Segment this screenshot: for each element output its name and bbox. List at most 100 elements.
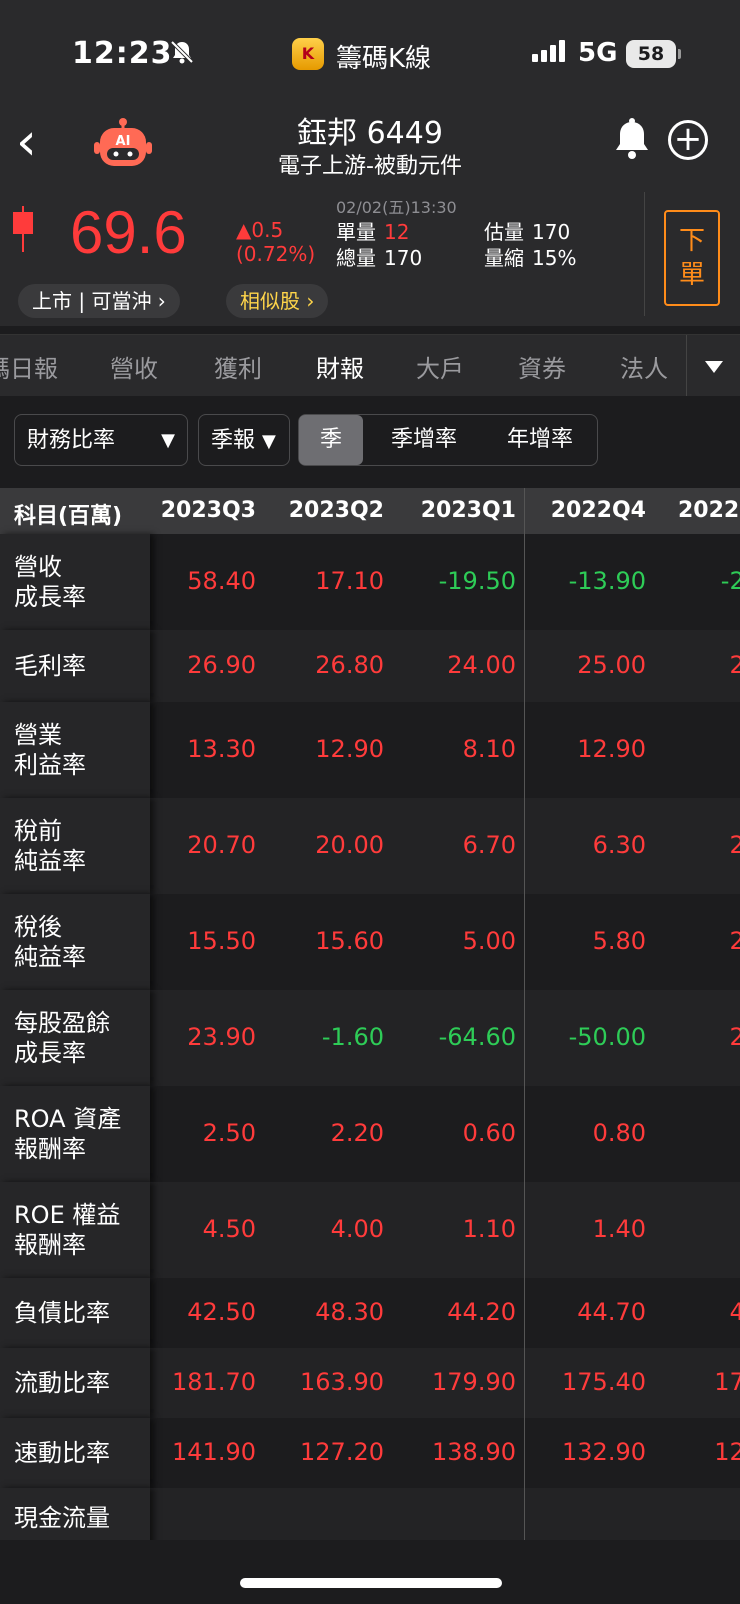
tab-chip-daily[interactable]: 碼日報 [0,349,58,384]
estimated-volume: 估量 170 [484,220,571,244]
table-row[interactable]: 4.50 4.00 1.10 1.403 ROE 權益 報酬率 [0,1182,740,1278]
home-indicator[interactable] [240,1578,502,1588]
table-cell: 4.00 [330,1215,384,1243]
table-cell: 0.60 [462,1119,516,1147]
row-label: 每股盈餘 成長率 [14,1009,110,1067]
row-label: ROA 資產 報酬率 [14,1105,122,1163]
table-row[interactable]: 58.40 17.10 -19.50 -13.90 -28 營收 成長率 [0,534,740,630]
ratio-select[interactable]: 財務比率 ▼ [14,414,188,466]
table-cell: 138.90 [432,1438,516,1466]
column-header[interactable]: 2023Q2 [278,498,384,523]
table-cell: 58.40 [187,567,256,595]
row-label: 稅前 純益率 [14,817,86,875]
table-cell: 15.50 [187,927,256,955]
table-cell: 141.90 [172,1438,256,1466]
segment-yoy[interactable]: 年增率 [485,415,595,465]
table-row[interactable]: 181.70 163.90 179.90 175.40 173 流動比率 [0,1348,740,1418]
table-cell: 132.90 [562,1438,646,1466]
table-row[interactable]: 20.70 20.00 6.70 6.30 26 稅前 純益率 [0,798,740,894]
period-select-value: 季報 [211,428,256,453]
dropdown-triangle-icon [705,361,723,373]
column-header[interactable]: 2023Q3 [150,498,256,523]
table-row[interactable]: 現金流量 [0,1488,740,1540]
table-cell: 42.50 [187,1298,256,1326]
change-percent: (0.72%) [236,242,316,266]
quote-timestamp: 02/02(五)13:30 [336,198,457,217]
app-name: 籌碼K線 [336,44,432,74]
row-label: 負債比率 [14,1299,110,1327]
table-cell: 20 [729,927,740,955]
row-label: 流動比率 [14,1369,110,1397]
table-row[interactable]: 23.90 -1.60 -64.60 -50.00 21 每股盈餘 成長率 [0,990,740,1086]
table-cell: -13.90 [568,567,646,595]
tab-profit[interactable]: 獲利 [214,349,262,384]
tab-major-holders[interactable]: 大戶 [416,349,464,384]
row-label: 速動比率 [14,1439,110,1467]
column-header[interactable]: 2023Q1 [410,498,516,523]
change-value: ▲0.5 [236,218,284,242]
segment-quarter[interactable]: 季 [299,415,363,465]
bell-icon[interactable] [612,118,652,162]
table-cell: 20.70 [187,831,256,859]
table-cell: 8.10 [462,735,516,763]
row-label-cell: 稅前 純益率 [0,798,150,894]
table-row[interactable]: 141.90 127.20 138.90 132.90 126 速動比率 [0,1418,740,1488]
unit-volume: 單量 12 [336,220,410,244]
table-cell: 13.30 [187,735,256,763]
order-button[interactable]: 下單 [664,210,720,306]
table-cell: 126 [714,1438,740,1466]
column-header[interactable]: 2022Q4 [540,498,646,523]
segment-qoq[interactable]: 季增率 [369,415,479,465]
row-label-cell: 營收 成長率 [0,534,150,630]
tab-financials[interactable]: 財報 [316,349,364,384]
similar-stocks-button[interactable]: 相似股 › [226,284,329,318]
table-cell: 15.60 [315,927,384,955]
table-cell: 27 [729,651,740,679]
table-cell: 175.40 [562,1368,646,1396]
tab-institutional[interactable]: 法人 [620,349,668,384]
add-watchlist-icon[interactable]: + [668,120,708,160]
market-tag[interactable]: 上市 | 可當沖 › [18,284,180,318]
table-row[interactable]: 15.50 15.60 5.00 5.80 20 稅後 純益率 [0,894,740,990]
view-segment: 季 季增率 年增率 [298,414,598,466]
stock-price: 69.6 [70,199,187,266]
table-cell: 44 [729,1298,740,1326]
table-cell: 17.10 [315,567,384,595]
section-tabs: 碼日報 營收 獲利 財報 大戶 資券 法人 [0,334,740,398]
period-select[interactable]: 季報 ▼ [198,414,290,466]
table-row[interactable]: 42.50 48.30 44.20 44.70 44 負債比率 [0,1278,740,1348]
table-row[interactable]: 2.50 2.20 0.60 0.802 ROA 資產 報酬率 [0,1086,740,1182]
dropdown-arrow-icon: ▼ [262,431,276,452]
table-cell: 6.70 [462,831,516,859]
table-header: 科目(百萬) 2023Q3 2023Q2 2023Q1 2022Q4 2022 [0,488,740,534]
volume-shrink: 量縮 15% [484,246,577,270]
tab-revenue[interactable]: 營收 [110,349,158,384]
battery-icon: 58 [626,40,681,68]
table-cell: 127.20 [300,1438,384,1466]
row-label-cell: 稅後 純益率 [0,894,150,990]
row-label: 稅後 純益率 [14,913,86,971]
row-label: 現金流量 [14,1504,110,1532]
table-cell: 26 [729,831,740,859]
dropdown-arrow-icon: ▼ [161,430,175,451]
stock-header: ‹ AI 鈺邦 6449 電子上游-被動元件 + [0,100,740,190]
ratio-select-value: 財務比率 [27,428,116,453]
table-cell: -64.60 [438,1023,516,1051]
tab-margin[interactable]: 資券 [518,349,566,384]
tabs-more-button[interactable] [686,335,740,397]
row-label-cell: 毛利率 [0,630,150,702]
row-label: ROE 權益 報酬率 [14,1201,121,1259]
table-row[interactable]: 13.3012.908.1012.908營業 利益率 [0,702,740,798]
app-logo-icon: K [292,38,324,70]
table-cell: -50.00 [568,1023,646,1051]
table-cell: 4.50 [202,1215,256,1243]
table-cell: 181.70 [172,1368,256,1396]
table-cell: 44.20 [447,1298,516,1326]
row-label-cell: 現金流量 [0,1488,150,1540]
table-cell: 44.70 [577,1298,646,1326]
table-cell: 25.00 [577,651,646,679]
row-label: 營收 成長率 [14,553,86,611]
column-header[interactable]: 2022 [678,498,739,523]
table-row[interactable]: 26.90 26.80 24.00 25.00 27 毛利率 [0,630,740,702]
table-cell: 48.30 [315,1298,384,1326]
